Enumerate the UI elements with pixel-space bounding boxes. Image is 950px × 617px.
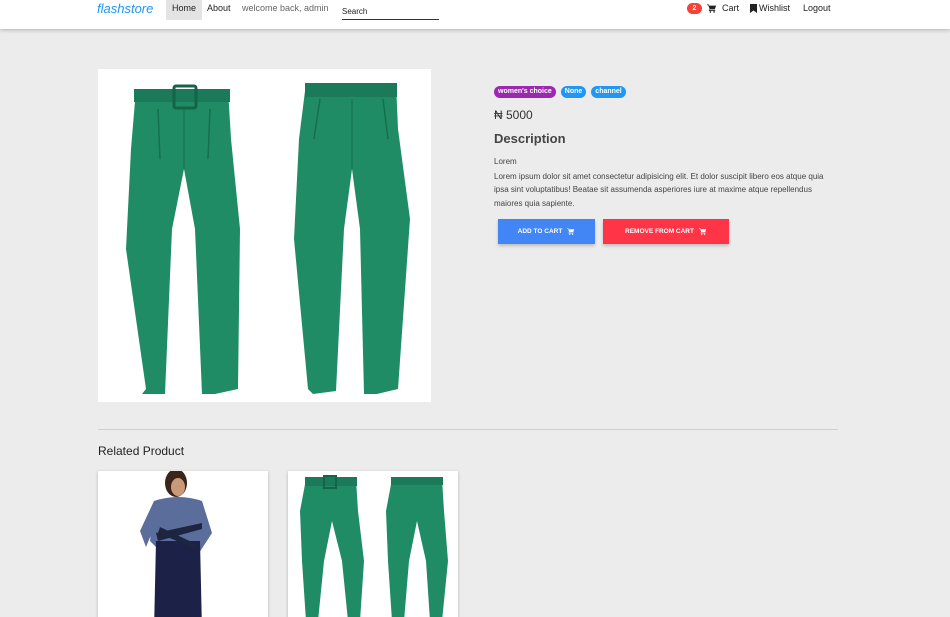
navbar: flashstore Home About welcome back, admi… (0, 0, 950, 29)
dress-image (140, 471, 212, 617)
product-image (98, 69, 431, 402)
nav-logout[interactable]: Logout (803, 0, 831, 17)
add-to-cart-button[interactable]: ADD TO CART (498, 219, 595, 244)
nav-cart-label: Cart (722, 3, 740, 13)
related-product-card[interactable] (98, 471, 268, 617)
nav-wishlist[interactable]: Wishlist (750, 0, 790, 17)
description-text: Lorem ipsum dolor sit amet consectetur a… (494, 172, 824, 208)
product-price: ₦ 5000 (494, 108, 533, 122)
nav-wishlist-label: Wishlist (759, 3, 790, 13)
nav-cart[interactable]: Cart (707, 0, 739, 17)
tag-chip[interactable]: women's choice (494, 86, 556, 98)
cart-icon (567, 228, 575, 235)
pants-image (300, 475, 448, 617)
pants-front-figure (126, 84, 240, 394)
search-input[interactable] (342, 3, 439, 20)
related-products-heading: Related Product (98, 444, 185, 458)
add-to-cart-label: ADD TO CART (517, 228, 563, 235)
remove-from-cart-button[interactable]: REMOVE FROM CART (603, 219, 729, 244)
related-product-card[interactable] (288, 471, 458, 617)
welcome-text: welcome back, admin (242, 3, 329, 13)
pants-back-figure (294, 83, 410, 394)
description-title: Lorem (494, 157, 517, 166)
nav-about[interactable]: About (202, 0, 236, 20)
remove-from-cart-label: REMOVE FROM CART (625, 228, 694, 235)
cart-count-badge: 2 (687, 3, 702, 14)
brand-logo[interactable]: flashstore (97, 1, 153, 16)
bookmark-icon (750, 4, 757, 13)
tag-chip[interactable]: channel (591, 86, 626, 98)
cart-icon (699, 228, 707, 235)
description-heading: Description (494, 131, 566, 146)
product-tags: women's choice None channel (494, 86, 626, 98)
nav-home[interactable]: Home (166, 0, 202, 20)
cart-icon (707, 4, 717, 13)
section-divider (98, 429, 838, 430)
tag-chip[interactable]: None (560, 86, 587, 98)
